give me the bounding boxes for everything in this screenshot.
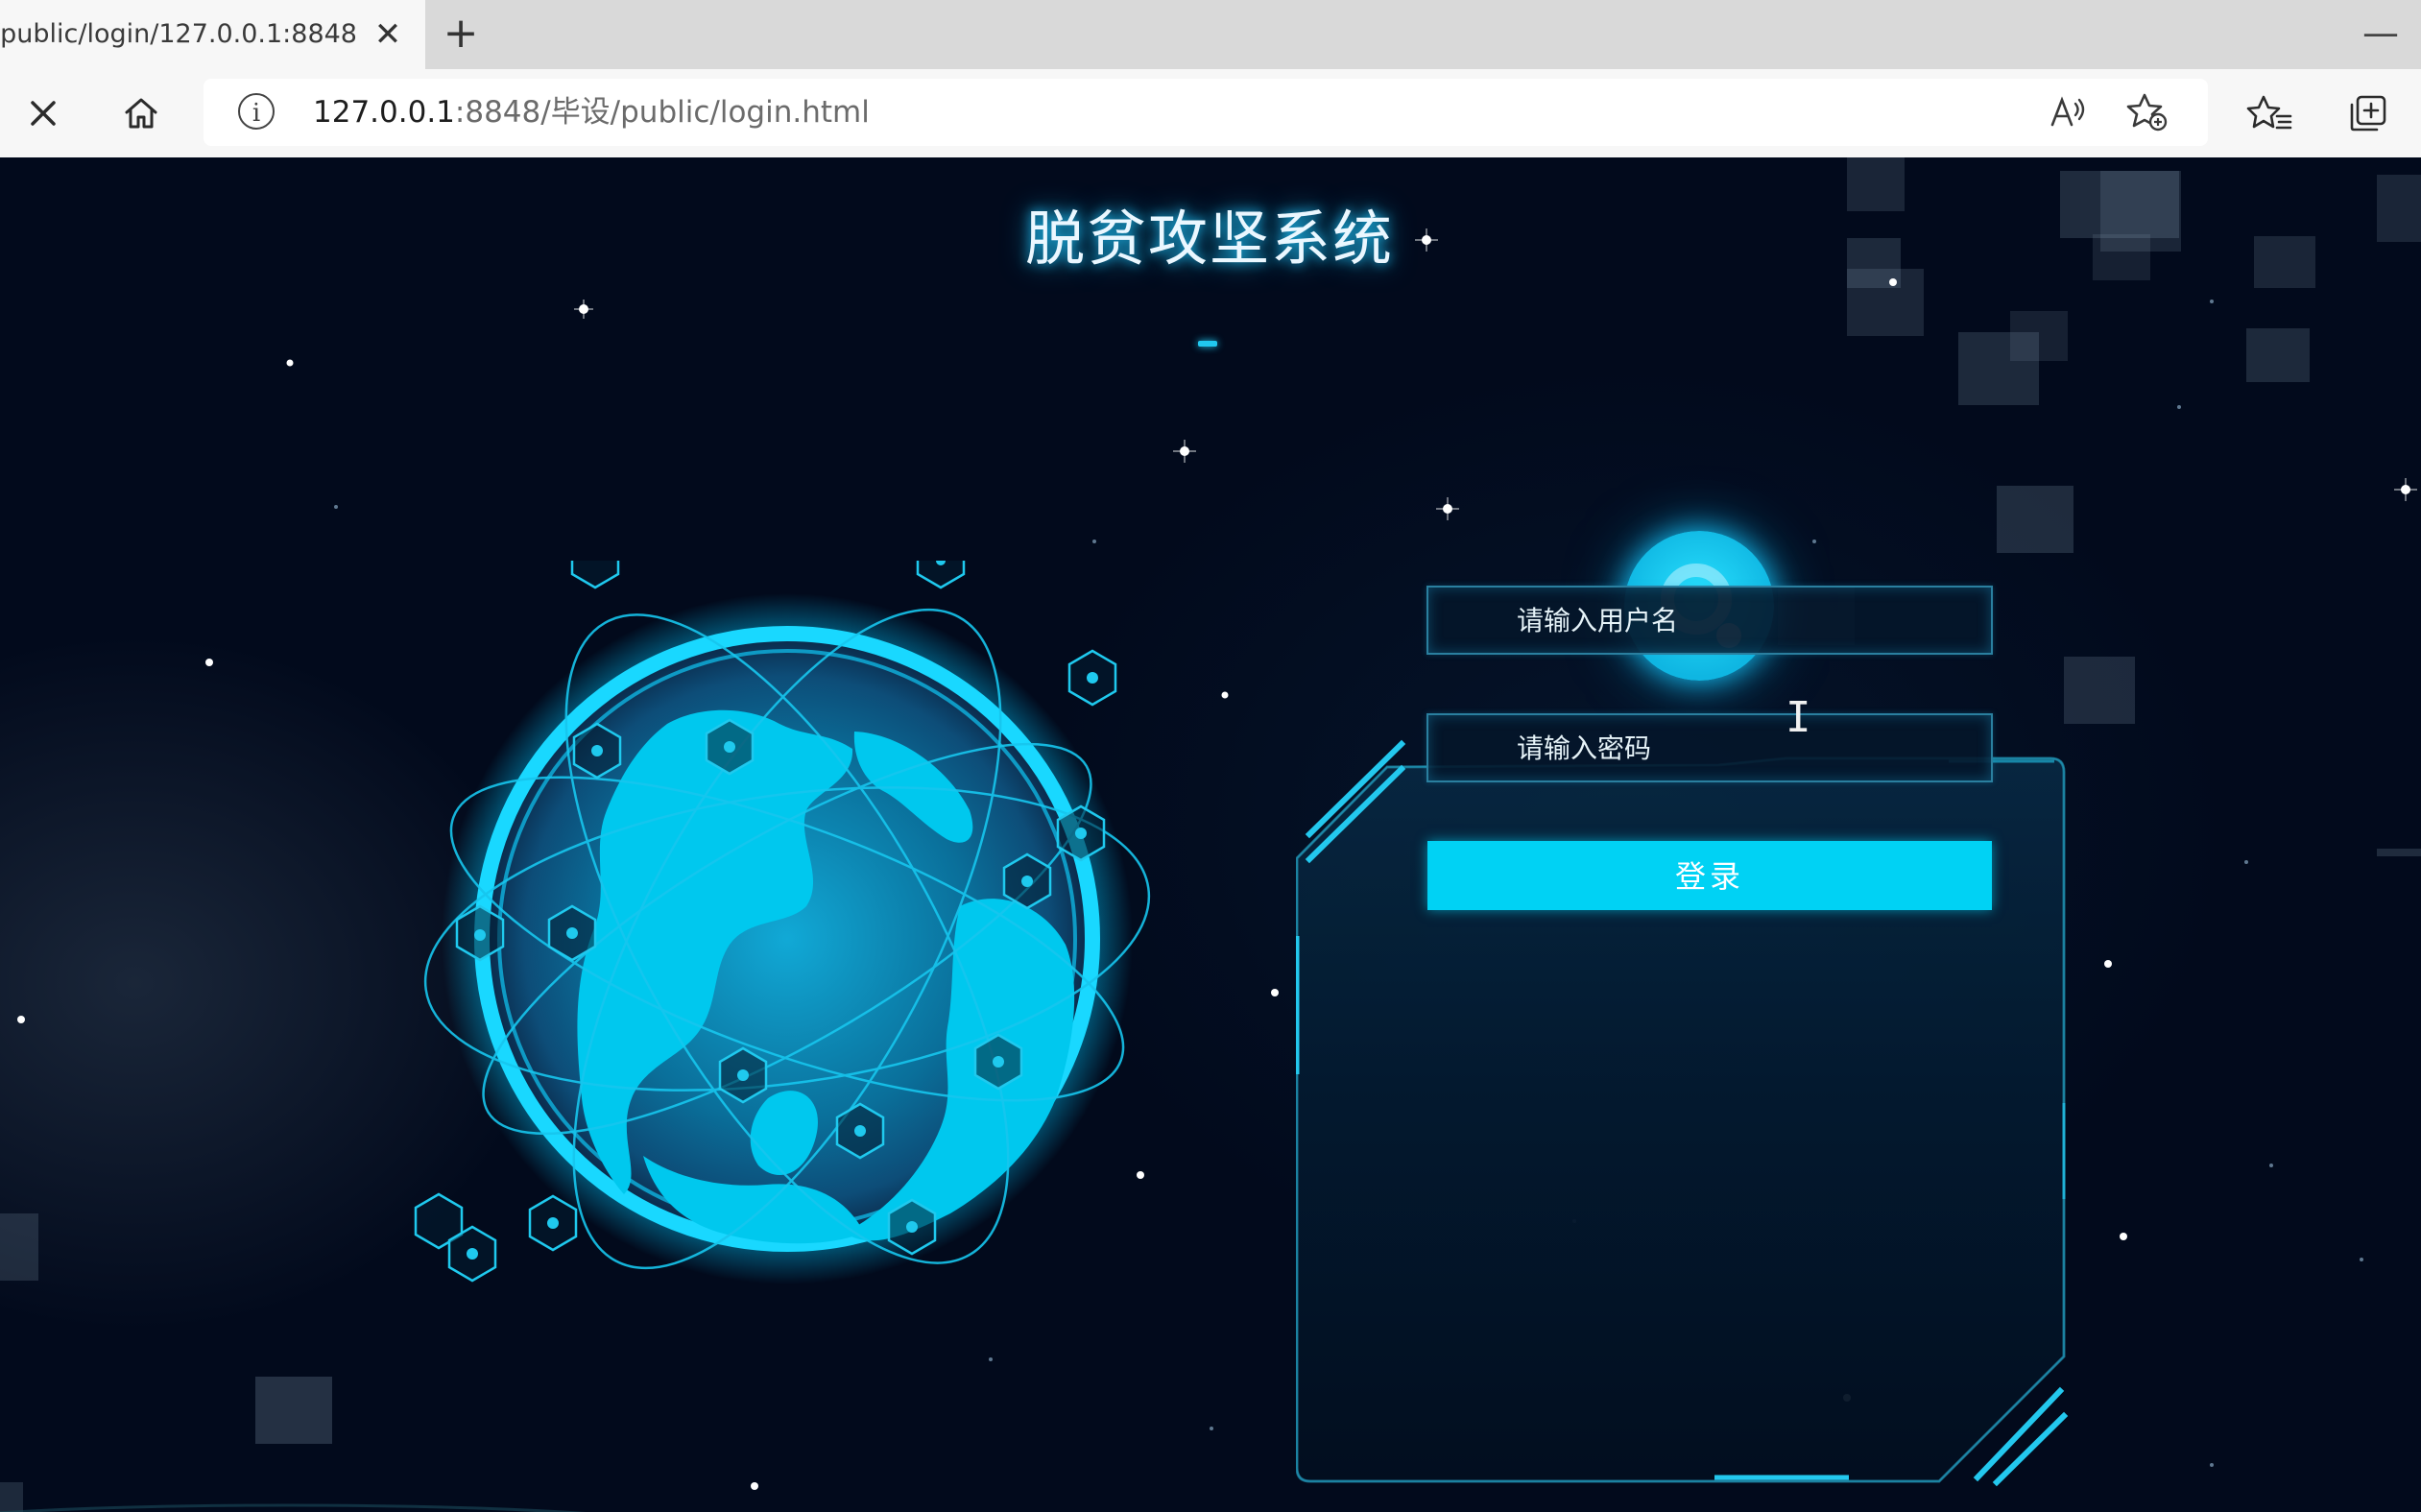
url-text[interactable]: 127.0.0.1:8848/毕设/public/login.html [313,93,870,132]
home-icon [125,98,157,129]
add-favorite-icon [2126,93,2168,132]
favorites-button[interactable] [2246,89,2294,137]
tab-title: 127.0.0.1:8848/毕设/public/login [0,19,357,49]
collections-button[interactable] [2344,89,2392,137]
page-title: 脱贫攻坚系统 [1024,204,1394,274]
globe-illustration [403,532,1171,1332]
url-host: 127.0.0.1 [313,95,455,130]
title-underline [1198,341,1217,347]
stop-icon [31,101,56,126]
new-tab-button[interactable]: + [440,12,482,56]
minimize-window-button[interactable]: — [2358,10,2404,56]
login-page: 脱贫攻坚系统 [0,157,2421,1512]
info-icon[interactable]: i [238,93,275,130]
close-tab-icon[interactable]: ✕ [371,17,405,52]
add-favorite-button[interactable] [2123,88,2171,136]
home-button[interactable] [117,89,165,137]
address-bar[interactable]: i 127.0.0.1:8848/毕设/public/login.html [204,79,2208,146]
read-aloud-button[interactable] [2045,88,2093,136]
browser-tab-strip: 127.0.0.1:8848/毕设/public/login ✕ + — [0,0,2421,69]
globe-graphic [414,532,1151,1284]
browser-tab-active[interactable]: 127.0.0.1:8848/毕设/public/login ✕ [0,0,425,69]
url-path: :8848/毕设/public/login.html [454,95,870,130]
browser-toolbar: i 127.0.0.1:8848/毕设/public/login.html [0,69,2421,159]
text-cursor-icon: I [1786,693,1811,742]
login-button[interactable]: 登录 [1427,841,1992,910]
stop-loading-button[interactable] [19,89,67,137]
password-input[interactable] [1426,713,1993,782]
read-aloud-icon [2050,96,2085,127]
username-input[interactable] [1426,586,1993,655]
favorites-icon [2246,95,2292,130]
collections-icon [2350,95,2386,132]
